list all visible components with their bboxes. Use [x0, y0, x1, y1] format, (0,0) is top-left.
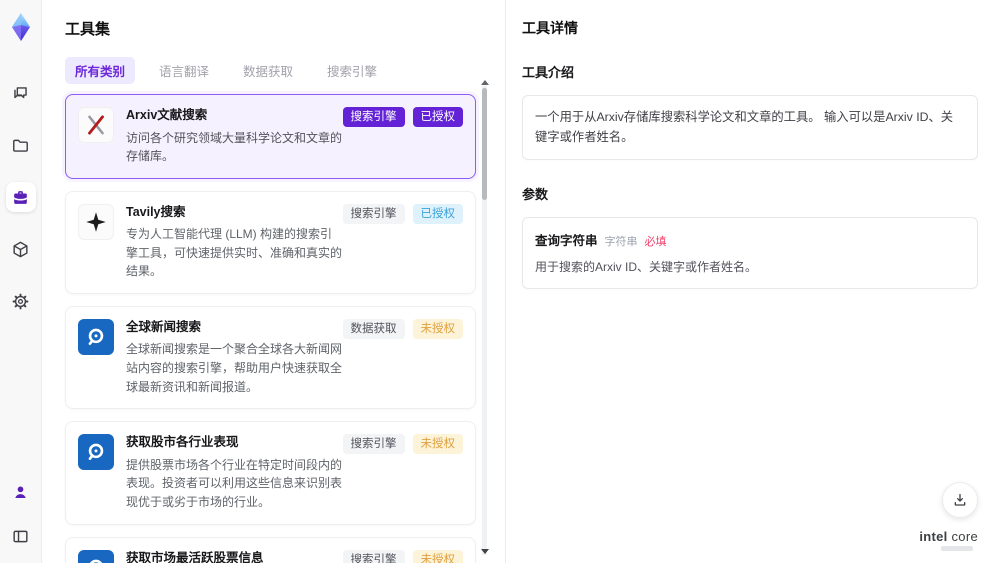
auth-status-badge: 未授权 — [412, 434, 463, 455]
intel-core-logo: intel core — [919, 530, 978, 551]
scrollbar-down-arrow[interactable] — [481, 549, 489, 554]
blue-search-logo-icon — [78, 318, 114, 355]
tool-list-panel: 工具集 所有类别 语言翻译 数据获取 搜索引擎 Arxiv文献搜索 访问各个研究… — [43, 0, 504, 563]
category-badge: 搜索引擎 — [342, 434, 405, 455]
panel-toggle-icon[interactable] — [6, 521, 36, 551]
category-badge: 数据获取 — [342, 318, 405, 339]
auth-status-badge: 未授权 — [412, 318, 463, 339]
tool-description: 专为人工智能代理 (LLM) 构建的搜索引擎工具，可快速提供实时、准确和真实的结… — [126, 227, 343, 279]
tool-description: 提供股票市场各个行业在特定时间段内的表现。投资者可以利用这些信息来识别表现优于或… — [126, 457, 343, 509]
sparkle-icon — [78, 203, 114, 240]
tool-badges: 搜索引擎 未授权 — [342, 549, 463, 563]
param-box: 查询字符串 字符串 必填 用于搜索的Arxiv ID、关键字或作者姓名。 — [522, 217, 978, 290]
scrollbar-up-arrow[interactable] — [481, 80, 489, 85]
tool-card-active-stocks[interactable]: 获取市场最活跃股票信息 提供当天交易量最高的股票列表，投资者可以利用这些信息来识… — [65, 536, 476, 563]
tool-badges: 搜索引擎 已授权 — [342, 107, 463, 127]
tool-card-sector-performance[interactable]: 获取股市各行业表现 提供股票市场各个行业在特定时间段内的表现。投资者可以利用这些… — [65, 421, 476, 525]
folder-icon[interactable] — [6, 130, 36, 160]
tab-all-categories[interactable]: 所有类别 — [65, 57, 136, 84]
param-name: 查询字符串 — [535, 234, 598, 249]
intro-heading: 工具介绍 — [522, 65, 575, 80]
tool-card-arxiv[interactable]: Arxiv文献搜索 访问各个研究领域大量科学论文和文章的存储库。 搜索引擎 已授… — [65, 94, 476, 179]
app-logo — [6, 12, 36, 42]
category-tabs: 所有类别 语言翻译 数据获取 搜索引擎 — [65, 57, 476, 84]
toolbox-icon[interactable] — [5, 182, 36, 212]
blue-search-logo-icon — [78, 434, 114, 471]
tool-name: 获取股市各行业表现 — [126, 435, 239, 450]
left-rail — [0, 0, 42, 563]
cube-icon[interactable] — [6, 234, 36, 264]
tool-description: 全球新闻搜索是一个聚合全球各大新闻网站内容的搜索引擎，帮助用户快速获取全球最新资… — [126, 342, 343, 394]
tool-list: Arxiv文献搜索 访问各个研究领域大量科学论文和文章的存储库。 搜索引擎 已授… — [65, 94, 476, 563]
tool-badges: 搜索引擎 已授权 — [342, 203, 463, 224]
blue-search-logo-icon — [78, 549, 114, 563]
intro-text: 一个用于从Arxiv存储库搜索科学论文和文章的工具。 输入可以是Arxiv ID… — [535, 110, 954, 144]
category-badge: 搜索引擎 — [342, 549, 405, 563]
param-header: 查询字符串 字符串 必填 — [535, 230, 965, 249]
tab-data-fetching[interactable]: 数据获取 — [233, 57, 303, 84]
detail-title: 工具详情 — [522, 20, 578, 36]
rail-nav — [5, 78, 36, 316]
download-icon — [954, 494, 966, 506]
rail-bottom — [6, 477, 36, 551]
tab-language-translation[interactable]: 语言翻译 — [149, 57, 219, 84]
auth-status-badge: 未授权 — [412, 549, 463, 563]
tool-name: Arxiv文献搜索 — [126, 108, 208, 122]
param-type: 字符串 — [604, 236, 638, 249]
user-avatar-icon[interactable] — [6, 477, 36, 507]
tool-name: Tavily搜索 — [126, 204, 186, 219]
tool-detail-panel: 工具详情 工具介绍 一个用于从Arxiv存储库搜索科学论文和文章的工具。 输入可… — [505, 0, 1000, 563]
params-heading: 参数 — [522, 187, 549, 203]
download-button[interactable] — [942, 482, 978, 518]
scrollbar-thumb[interactable] — [482, 88, 487, 200]
intro-box: 一个用于从Arxiv存储库搜索科学论文和文章的工具。 输入可以是Arxiv ID… — [522, 95, 978, 161]
tool-name: 全球新闻搜索 — [126, 319, 202, 334]
category-badge: 搜索引擎 — [342, 203, 405, 224]
tool-list-scrollbar[interactable] — [482, 86, 487, 555]
category-badge: 搜索引擎 — [342, 107, 405, 127]
tool-name: 获取市场最活跃股票信息 — [126, 550, 264, 563]
page-title: 工具集 — [65, 21, 111, 38]
intel-wordmark: intel — [919, 529, 948, 544]
param-description: 用于搜索的Arxiv ID、关键字或作者姓名。 — [535, 260, 758, 275]
arxiv-logo-icon — [78, 107, 114, 143]
settings-gear-icon[interactable] — [6, 286, 36, 316]
tool-card-global-news[interactable]: 全球新闻搜索 全球新闻搜索是一个聚合全球各大新闻网站内容的搜索引擎，帮助用户快速… — [65, 305, 476, 410]
tool-badges: 搜索引擎 未授权 — [342, 434, 463, 455]
param-required-flag: 必填 — [644, 236, 667, 249]
tool-card-tavily[interactable]: Tavily搜索 专为人工智能代理 (LLM) 构建的搜索引擎工具，可快速提供实… — [65, 190, 476, 294]
core-wordmark: core — [947, 529, 978, 544]
tab-search-engine[interactable]: 搜索引擎 — [317, 57, 387, 84]
tool-badges: 数据获取 未授权 — [342, 318, 463, 339]
chat-icon[interactable] — [6, 78, 36, 108]
tool-description: 访问各个研究领域大量科学论文和文章的存储库。 — [126, 130, 343, 164]
auth-status-badge: 已授权 — [412, 203, 463, 224]
auth-status-badge: 已授权 — [412, 107, 463, 127]
intel-sub-badge — [941, 546, 974, 551]
